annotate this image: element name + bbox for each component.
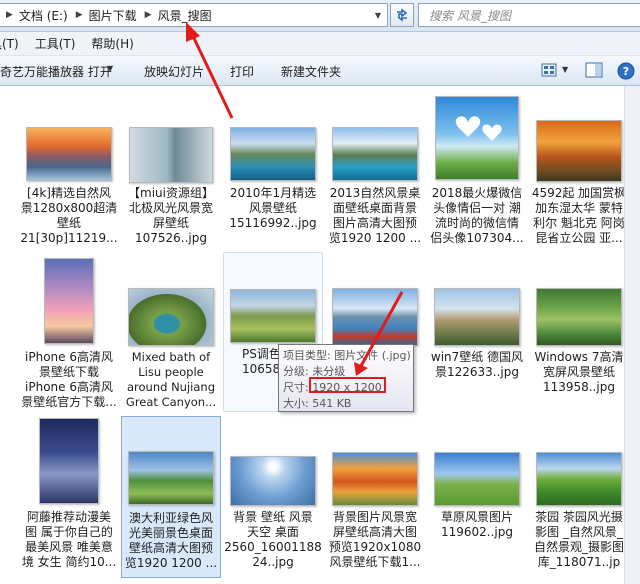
menu-tools[interactable]: 工具(T) <box>27 35 84 52</box>
image-thumbnail <box>536 120 622 182</box>
file-name: 澳大利亚绿色风 光美丽景色桌面 壁纸高清大图预 览1920 1200 ... <box>124 511 218 570</box>
search-input[interactable]: 搜索 风景_搜图 <box>418 3 640 27</box>
file-item[interactable]: 茶园 茶园风光摄 影图 _自然风景_ 自然景观_摄影图 库_118071..jp <box>529 418 629 578</box>
slideshow-button[interactable]: 放映幻灯片 <box>144 63 204 80</box>
file-item[interactable]: Windows 7高清 宽屏风景壁纸 113958..jpg <box>529 258 629 418</box>
image-thumbnail <box>435 96 519 180</box>
file-info-tooltip: 项目类型: 图片文件 (.jpg) 分级: 未分级 尺寸: 1920 x 120… <box>278 344 414 412</box>
file-item[interactable]: [4k]精选自然风 景1280x800超清 壁纸 21[30p]11219... <box>19 94 119 254</box>
command-bar: 奇艺万能播放器 打开 ▼ 放映幻灯片 打印 新建文件夹 ▼ ? <box>0 56 640 86</box>
file-item[interactable]: win7壁纸 德国风 景122633..jpg <box>427 258 527 418</box>
new-folder-button[interactable]: 新建文件夹 <box>281 63 341 80</box>
image-thumbnail <box>230 127 316 181</box>
menu-bar: 具(T) 工具(T) 帮助(H) <box>0 32 640 56</box>
image-thumbnail <box>434 452 520 506</box>
image-thumbnail <box>39 418 99 504</box>
image-thumbnail <box>536 452 622 506</box>
file-item[interactable]: 【miui资源组】 北极风光风景宽 屏壁纸 107526..jpg <box>121 94 221 254</box>
file-name: 阿藤推荐动漫美图 属于你自己的 最美风景 唯美意境 女生 简约10... <box>21 510 117 569</box>
image-thumbnail <box>128 288 214 346</box>
refresh-icon <box>397 8 408 22</box>
file-list: [4k]精选自然风 景1280x800超清 壁纸 21[30p]11219... 【m… <box>0 86 640 584</box>
view-icon[interactable] <box>540 61 558 79</box>
image-thumbnail <box>26 127 112 181</box>
open-with-button[interactable]: 奇艺万能播放器 打开 <box>0 63 112 80</box>
file-name: iPhone 6高清风 景壁纸下载 iPhone 6高清风 景壁纸官方下载... <box>21 350 117 409</box>
breadcrumb-current[interactable]: 风景_搜图 <box>156 7 216 24</box>
refresh-button[interactable] <box>390 3 414 27</box>
help-icon[interactable]: ? <box>616 61 636 81</box>
heart-clouds-icon <box>455 116 502 141</box>
file-name: [4k]精选自然风 景1280x800超清 壁纸 21[30p]11219... <box>20 186 118 245</box>
file-item[interactable]: 背景 壁纸 风景 天空 桌面 2560_16001188 24..jpg <box>223 418 323 578</box>
tooltip-type: 项目类型: 图片文件 (.jpg) <box>283 349 411 362</box>
file-name: 2010年1月精选 风景壁纸 15116992..jpg <box>229 186 317 230</box>
image-thumbnail <box>434 288 520 346</box>
file-item[interactable]: 草原风景图片 119602..jpg <box>427 418 527 578</box>
svg-text:?: ? <box>623 65 629 78</box>
file-name: 草原风景图片 119602..jpg <box>440 510 513 539</box>
print-button[interactable]: 打印 <box>230 63 254 80</box>
file-name: 2013自然风景桌 面壁纸桌面背景 图片高清大图预 览1920 1200 ... <box>328 186 422 245</box>
image-thumbnail <box>332 127 418 181</box>
file-name: Windows 7高清 宽屏风景壁纸 113958..jpg <box>534 350 624 394</box>
file-item[interactable]: 2018最火爆微信 头像情侣一对 潮流时尚的微信情 侣头像107304... <box>427 94 527 254</box>
file-item[interactable]: 4592起 加国赏枫 加东湿太华 蒙特 利尔 魁北克 阿岗 昆省立公园 亚... <box>529 94 629 254</box>
menu-tools-partial[interactable]: 具(T) <box>0 35 27 52</box>
file-item[interactable]: 背景图片风景宽 屏壁纸高清大图 预览1920x1080 风景壁纸下载1... <box>325 418 425 578</box>
file-item[interactable]: 阿藤推荐动漫美图 属于你自己的 最美风景 唯美意境 女生 简约10... <box>19 418 119 578</box>
file-item[interactable]: 2013自然风景桌 面壁纸桌面背景 图片高清大图预 览1920 1200 ... <box>325 94 425 254</box>
file-item[interactable]: iPhone 6高清风 景壁纸下载 iPhone 6高清风 景壁纸官方下载... <box>19 258 119 418</box>
breadcrumb-folder[interactable]: 图片下载 <box>87 7 139 24</box>
preview-pane-icon[interactable] <box>584 61 604 79</box>
annotation-highlight-box <box>309 377 386 393</box>
breadcrumb-arrow-icon[interactable]: ▶ <box>139 10 156 20</box>
file-name: win7壁纸 德国风 景122633..jpg <box>430 350 524 379</box>
image-thumbnail <box>332 452 418 506</box>
image-thumbnail <box>128 451 214 505</box>
address-bar-area: ▶ 文档 (E:) ▶ 图片下载 ▶ 风景_搜图 ▼ 搜索 风景_搜图 <box>0 0 640 32</box>
image-thumbnail <box>536 288 622 346</box>
file-name: Mixed bath of Lisu people around Nujiang Gr… <box>125 350 217 409</box>
vertical-scrollbar[interactable] <box>624 86 640 584</box>
menu-help[interactable]: 帮助(H) <box>83 35 141 52</box>
file-item[interactable]: 2010年1月精选 风景壁纸 15116992..jpg <box>223 94 323 254</box>
breadcrumb-arrow-icon[interactable]: ▶ <box>70 10 87 20</box>
file-name: 茶园 茶园风光摄 影图 _自然风景_ 自然景观_摄影图 库_118071..jp <box>533 510 624 569</box>
image-thumbnail <box>129 127 213 183</box>
address-bar[interactable]: ▶ 文档 (E:) ▶ 图片下载 ▶ 风景_搜图 ▼ <box>0 3 388 27</box>
chevron-down-icon[interactable]: ▼ <box>107 64 113 73</box>
file-item[interactable]: Mixed bath of Lisu people around Nujiang Gr… <box>121 258 221 418</box>
image-thumbnail <box>332 288 418 346</box>
breadcrumb-arrow-icon[interactable]: ▶ <box>0 10 17 20</box>
image-thumbnail <box>230 289 316 343</box>
breadcrumb-drive[interactable]: 文档 (E:) <box>17 7 70 24</box>
file-name: 背景图片风景宽 屏壁纸高清大图 预览1920x1080 风景壁纸下载1... <box>328 510 422 569</box>
chevron-down-icon[interactable]: ▼ <box>562 65 568 74</box>
file-item-selected[interactable]: 澳大利亚绿色风 光美丽景色桌面 壁纸高清大图预 览1920 1200 ... <box>121 416 221 578</box>
file-name: 4592起 加国赏枫 加东湿太华 蒙特 利尔 魁北克 阿岗 昆省立公园 亚... <box>531 186 627 245</box>
image-thumbnail <box>44 258 94 344</box>
file-name: 背景 壁纸 风景 天空 桌面 2560_16001188 24..jpg <box>224 510 322 569</box>
address-dropdown-icon[interactable]: ▼ <box>371 6 385 24</box>
tooltip-size: 大小: 541 KB <box>283 397 352 410</box>
image-thumbnail <box>230 456 316 506</box>
file-name: 2018最火爆微信 头像情侣一对 潮流时尚的微信情 侣头像107304... <box>430 186 524 245</box>
file-name: 【miui资源组】 北极风光风景宽 屏壁纸 107526..jpg <box>128 186 214 245</box>
